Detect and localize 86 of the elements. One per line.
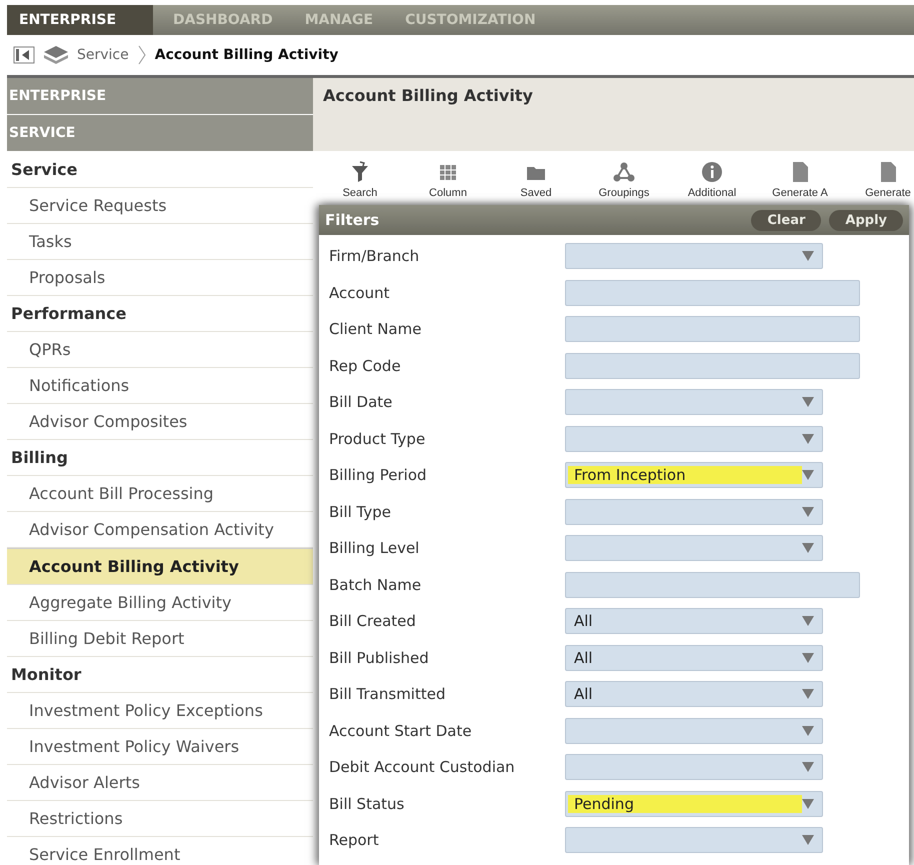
dropdown-arrow-icon[interactable] bbox=[802, 689, 814, 700]
toolbar-button[interactable]: Additional bbox=[668, 161, 756, 199]
dropdown-field[interactable]: All bbox=[565, 608, 823, 634]
field-label: Client Name bbox=[328, 320, 422, 338]
sidebar-item[interactable]: Account Bill Processing bbox=[7, 476, 313, 512]
sidebar-group-heading: Service bbox=[7, 152, 313, 188]
dropdown-field[interactable] bbox=[565, 754, 823, 780]
dropdown-field[interactable]: All bbox=[565, 681, 823, 708]
dropdown-arrow-icon[interactable] bbox=[802, 762, 814, 772]
sidebar-item[interactable]: Aggregate Billing Activity bbox=[7, 585, 313, 621]
info-icon bbox=[701, 161, 723, 183]
dropdown-arrow-icon[interactable] bbox=[802, 798, 814, 809]
sidebar-item[interactable]: Service Requests bbox=[7, 188, 313, 224]
dropdown-arrow-icon[interactable] bbox=[802, 506, 814, 517]
sidebar-item[interactable]: Notifications bbox=[7, 368, 313, 404]
field-label: Bill Published bbox=[328, 648, 430, 667]
toolbar-button[interactable]: Generate bbox=[844, 161, 914, 199]
dropdown-arrow-icon[interactable] bbox=[802, 835, 814, 846]
input-field[interactable] bbox=[565, 280, 860, 306]
field-label: Bill Type bbox=[328, 502, 392, 521]
toolbar-button[interactable]: Groupings bbox=[580, 161, 668, 199]
dropdown-arrow-icon[interactable] bbox=[802, 470, 814, 480]
sidebar-item[interactable]: Advisor Alerts bbox=[7, 765, 313, 801]
dropdown-field[interactable]: From Inception bbox=[565, 462, 823, 488]
field-label: Bill Transmitted bbox=[328, 685, 446, 704]
sidebar-group-heading: Billing bbox=[7, 440, 313, 476]
input-field[interactable] bbox=[565, 316, 860, 342]
chevron-icon bbox=[136, 44, 147, 66]
dropdown-arrow-icon[interactable] bbox=[802, 434, 814, 444]
field-label: Product Type bbox=[328, 430, 426, 448]
field-label: Billing Level bbox=[328, 539, 420, 558]
panel-button[interactable]: Apply bbox=[829, 210, 903, 230]
dropdown-arrow-icon[interactable] bbox=[802, 652, 814, 663]
toolbar-button[interactable]: Generate A bbox=[756, 161, 844, 199]
page-title: Account Billing Activity bbox=[313, 78, 914, 151]
field-label: Bill Status bbox=[328, 794, 406, 813]
dropdown-arrow-icon[interactable] bbox=[802, 251, 814, 262]
dropdown-arrow-icon[interactable] bbox=[802, 616, 814, 626]
field-label: Account bbox=[328, 284, 391, 302]
dropdown-arrow-icon[interactable] bbox=[802, 543, 814, 554]
dropdown-arrow-icon[interactable] bbox=[802, 726, 814, 736]
toolbar-button[interactable]: Search bbox=[316, 161, 404, 199]
sidebar-group-heading: Monitor bbox=[7, 657, 313, 693]
sidebar-group-heading: Performance bbox=[7, 296, 313, 332]
field-label: Firm/Branch bbox=[328, 247, 420, 266]
toolbar-button[interactable]: Column bbox=[404, 161, 492, 199]
sidebar-item[interactable]: Advisor Composites bbox=[7, 404, 313, 440]
field-label: Bill Created bbox=[328, 612, 417, 630]
dropdown-field[interactable] bbox=[565, 827, 823, 854]
dropdown-field[interactable] bbox=[565, 426, 823, 452]
field-label: Rep Code bbox=[328, 356, 402, 375]
breadcrumb-link[interactable]: Service bbox=[77, 47, 129, 63]
field-label: Batch Name bbox=[328, 576, 422, 594]
field-label: Debit Account Custodian bbox=[328, 758, 516, 776]
field-label: Billing Period bbox=[328, 466, 428, 484]
field-label: Bill Date bbox=[328, 393, 394, 412]
sidebar-item[interactable]: Billing Debit Report bbox=[7, 621, 313, 657]
breadcrumb-current: Account Billing Activity bbox=[154, 47, 338, 63]
filter-icon bbox=[349, 161, 371, 183]
dropdown-field[interactable] bbox=[565, 718, 823, 744]
sidebar-item[interactable]: Proposals bbox=[7, 260, 313, 296]
toolbar-button[interactable]: Saved bbox=[492, 161, 580, 199]
sidebar-item[interactable]: Account Billing Activity bbox=[7, 548, 313, 585]
sidebar-item[interactable]: Restrictions bbox=[7, 801, 313, 837]
collapse-panel-icon[interactable] bbox=[13, 46, 35, 64]
dropdown-field[interactable] bbox=[565, 535, 823, 562]
sidebar-item[interactable]: Investment Policy Exceptions bbox=[7, 693, 313, 729]
panel-title: Filters bbox=[325, 211, 380, 229]
nav-tab[interactable]: ENTERPRISE bbox=[7, 5, 153, 35]
layers-icon[interactable] bbox=[43, 45, 69, 65]
input-field[interactable] bbox=[565, 572, 860, 598]
dropdown-arrow-icon[interactable] bbox=[802, 397, 814, 408]
panel-button[interactable]: Clear bbox=[751, 210, 822, 230]
dropdown-field[interactable]: All bbox=[565, 644, 823, 671]
dropdown-field[interactable] bbox=[565, 498, 823, 525]
field-label: Account Start Date bbox=[328, 722, 473, 740]
sidebar-item[interactable]: QPRs bbox=[7, 332, 313, 368]
field-label: Report bbox=[328, 831, 380, 850]
sidebar-item[interactable]: Service Enrollment bbox=[7, 837, 313, 865]
dropdown-field[interactable] bbox=[565, 389, 823, 416]
network-icon bbox=[613, 161, 635, 183]
sidebar-item[interactable]: Investment Policy Waivers bbox=[7, 729, 313, 765]
dropdown-field[interactable] bbox=[565, 243, 823, 270]
input-field[interactable] bbox=[565, 352, 860, 379]
sidebar-item[interactable]: Tasks bbox=[7, 224, 313, 260]
dropdown-field[interactable]: Pending bbox=[565, 790, 823, 817]
